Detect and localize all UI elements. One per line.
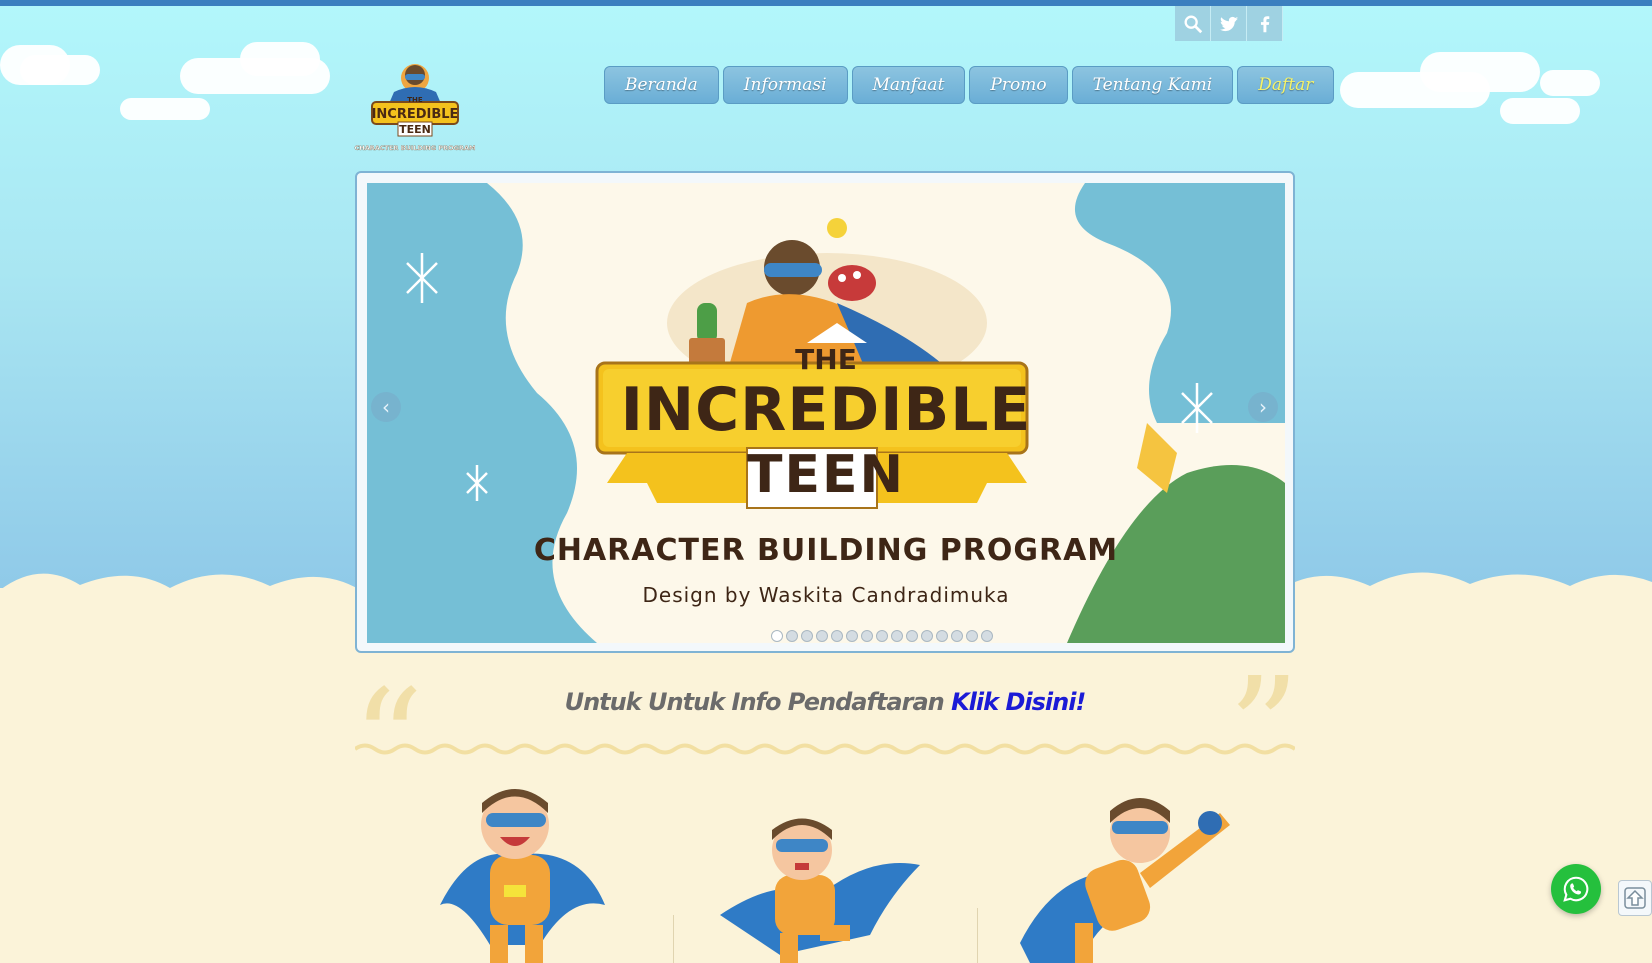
logo-teen: TEEN <box>399 123 431 136</box>
promo-link[interactable]: Klik Disini! <box>951 688 1086 716</box>
nav-beranda[interactable]: Beranda <box>604 66 719 104</box>
chevron-left-icon: ‹ <box>382 395 390 419</box>
slider-dot[interactable] <box>906 630 918 642</box>
slider-dot[interactable] <box>846 630 858 642</box>
slider-next-button[interactable]: › <box>1248 392 1278 422</box>
nav-informasi[interactable]: Informasi <box>722 66 848 104</box>
slider-prev-button[interactable]: ‹ <box>371 392 401 422</box>
search-icon[interactable] <box>1175 6 1211 41</box>
slide-the: THE <box>795 343 857 376</box>
slider-dots <box>771 630 993 642</box>
slider-dot[interactable] <box>921 630 933 642</box>
logo-incredible: INCREDIBLE <box>372 107 459 122</box>
facebook-icon[interactable] <box>1247 6 1283 41</box>
slider-dot[interactable] <box>981 630 993 642</box>
wavy-divider <box>355 743 1295 755</box>
superhero-character-3 <box>1020 798 1230 963</box>
slide-incredible: INCREDIBLE <box>620 375 1032 445</box>
chevron-right-icon: › <box>1259 395 1267 419</box>
column-divider <box>977 908 978 963</box>
site-logo[interactable]: THE INCREDIBLE TEEN CHARACTER BUILDING P… <box>354 58 476 154</box>
column-divider <box>673 915 674 963</box>
whatsapp-button[interactable] <box>1551 864 1601 914</box>
logo-the: THE <box>407 96 423 104</box>
slide-image: THE INCREDIBLE TEEN CHARACTER BUILDING P… <box>367 183 1285 643</box>
superhero-character-1 <box>440 789 605 963</box>
back-to-top-button[interactable] <box>1618 880 1652 916</box>
nav-manfaat[interactable]: Manfaat <box>851 66 966 104</box>
slider-dot[interactable] <box>801 630 813 642</box>
slider-dot[interactable] <box>951 630 963 642</box>
slider-dot[interactable] <box>861 630 873 642</box>
slider-dot[interactable] <box>891 630 903 642</box>
slider-dot[interactable] <box>786 630 798 642</box>
main-nav: Beranda Informasi Manfaat Promo Tentang … <box>604 66 1335 104</box>
slider-dot[interactable] <box>876 630 888 642</box>
superhero-character-2 <box>720 818 920 963</box>
hero-slider: THE INCREDIBLE TEEN CHARACTER BUILDING P… <box>355 171 1295 653</box>
logo-tagline: CHARACTER BUILDING PROGRAM <box>355 144 476 152</box>
nav-promo[interactable]: Promo <box>969 66 1068 104</box>
whatsapp-icon <box>1563 876 1589 902</box>
slider-dot[interactable] <box>771 630 783 642</box>
slider-dot[interactable] <box>936 630 948 642</box>
slide-credit: Design by Waskita Candradimuka <box>642 583 1010 607</box>
arrow-up-icon <box>1624 887 1646 909</box>
quote-close-icon: ” <box>1228 648 1300 811</box>
slide-subtitle: CHARACTER BUILDING PROGRAM <box>533 533 1119 568</box>
slider-dot[interactable] <box>831 630 843 642</box>
nav-daftar[interactable]: Daftar <box>1237 66 1335 104</box>
promo-banner: Untuk Untuk Info Pendaftaran Klik Disini… <box>355 688 1295 716</box>
nav-tentang-kami[interactable]: Tentang Kami <box>1071 66 1234 104</box>
slider-dot[interactable] <box>816 630 828 642</box>
promo-text: Untuk Untuk Info Pendaftaran <box>564 688 945 716</box>
slider-dot[interactable] <box>966 630 978 642</box>
twitter-icon[interactable] <box>1211 6 1247 41</box>
slide-teen: TEEN <box>746 445 906 505</box>
